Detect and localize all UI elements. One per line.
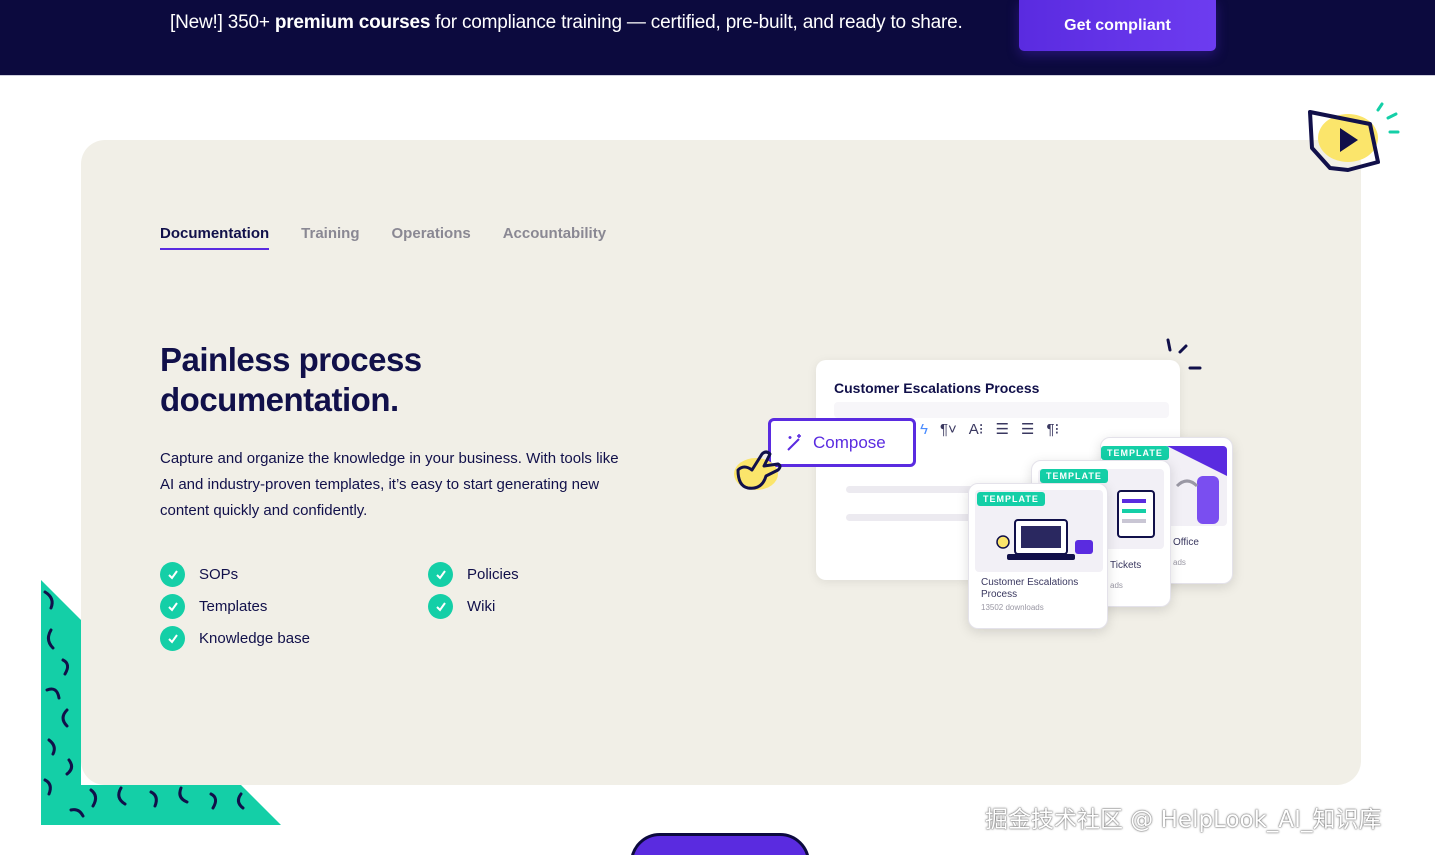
paragraph-icon[interactable]: ¶⁝ bbox=[1046, 420, 1059, 438]
feature-item: Policies bbox=[428, 562, 519, 587]
feature-label: Templates bbox=[199, 598, 268, 615]
get-compliant-button[interactable]: Get compliant bbox=[1019, 0, 1216, 51]
template-name: Office bbox=[1173, 537, 1199, 548]
tab-accountability[interactable]: Accountability bbox=[503, 225, 606, 250]
feature-item: Wiki bbox=[428, 594, 495, 619]
checkmark-icon bbox=[428, 594, 453, 619]
promo-suffix: for compliance training — certified, pre… bbox=[430, 12, 963, 33]
template-name: Customer Escalations Process bbox=[981, 577, 1079, 600]
watermark: 掘金技术社区 @ HelpLook_AI_知识库 bbox=[985, 807, 1382, 833]
promo-prefix: [New!] 350+ bbox=[170, 12, 275, 33]
template-meta: 13502 downloads bbox=[981, 603, 1044, 612]
template-meta: ads bbox=[1110, 581, 1123, 590]
tab-documentation[interactable]: Documentation bbox=[160, 225, 270, 250]
feature-item: Knowledge base bbox=[160, 626, 310, 651]
hero-headline: Painless process documentation. bbox=[160, 341, 422, 418]
feature-label: SOPs bbox=[199, 566, 239, 583]
feature-label: Knowledge base bbox=[199, 630, 310, 647]
template-badge: TEMPLATE bbox=[977, 492, 1045, 506]
video-play-icon[interactable] bbox=[1300, 100, 1405, 180]
title-underline bbox=[834, 402, 1169, 418]
template-badge: TEMPLATE bbox=[1040, 469, 1108, 483]
promo-bold: premium courses bbox=[274, 12, 431, 33]
document-title: Customer Escalations Process bbox=[834, 380, 1040, 396]
hero-description: Capture and organize the knowledge in yo… bbox=[160, 450, 619, 519]
pointer-hand-icon bbox=[734, 450, 782, 490]
promo-banner: [New!] 350+ premium courses for complian… bbox=[0, 0, 1435, 76]
next-section-button[interactable] bbox=[630, 833, 810, 855]
tab-operations[interactable]: Operations bbox=[392, 225, 471, 250]
template-meta: ads bbox=[1173, 558, 1186, 567]
feature-item: SOPs bbox=[160, 562, 238, 587]
tab-training[interactable]: Training bbox=[301, 225, 359, 250]
feature-label: Wiki bbox=[467, 598, 496, 615]
align-center-icon[interactable]: ☰ bbox=[1021, 420, 1034, 438]
template-card-customer-escalations[interactable]: TEMPLATE Customer Escalations Process 13… bbox=[968, 483, 1108, 629]
checkmark-icon bbox=[428, 562, 453, 587]
promo-text: [New!] 350+ premium courses for complian… bbox=[170, 12, 963, 34]
tab-bar: Documentation Training Operations Accoun… bbox=[160, 225, 606, 250]
feature-item: Templates bbox=[160, 594, 267, 619]
lightning-icon[interactable]: ϟ bbox=[920, 421, 928, 438]
template-name: Tickets bbox=[1110, 560, 1142, 571]
editor-toolbar: ϟ ¶˅ A⁝ ☰ ☰ ¶⁝ bbox=[920, 420, 1059, 439]
feature-label: Policies bbox=[467, 566, 519, 583]
paragraph-style-icon[interactable]: ¶˅ bbox=[940, 421, 957, 438]
checkmark-icon bbox=[160, 594, 185, 619]
align-left-icon[interactable]: ☰ bbox=[996, 420, 1009, 438]
checkmark-icon bbox=[160, 626, 185, 651]
compose-button[interactable]: Compose bbox=[768, 418, 916, 467]
compose-label: Compose bbox=[813, 432, 886, 452]
template-badge: TEMPLATE bbox=[1101, 446, 1169, 460]
checkmark-icon bbox=[160, 562, 185, 587]
font-size-icon[interactable]: A⁝ bbox=[969, 420, 984, 438]
